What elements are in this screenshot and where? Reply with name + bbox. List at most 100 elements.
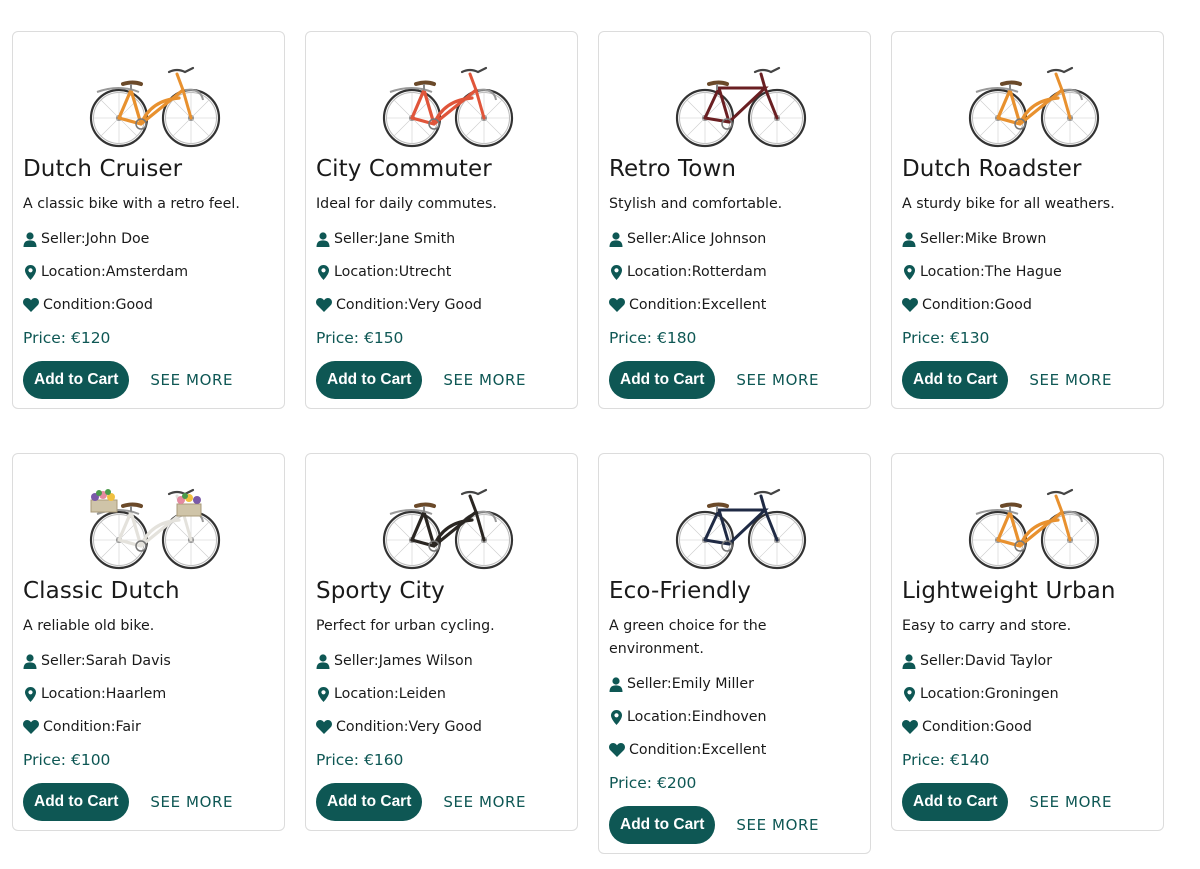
bike-illustration bbox=[675, 488, 806, 570]
price-label: Price: bbox=[609, 774, 657, 792]
price-label: Price: bbox=[23, 329, 71, 347]
condition-row: Condition: Good bbox=[902, 295, 1153, 315]
user-icon bbox=[902, 653, 916, 669]
condition-row: Condition: Good bbox=[23, 295, 274, 315]
location-row: Location: Utrecht bbox=[316, 262, 567, 282]
product-description: Ideal for daily commutes. bbox=[316, 196, 497, 212]
condition-row: Condition: Good bbox=[902, 717, 1153, 737]
user-icon bbox=[609, 676, 623, 692]
heart-icon bbox=[316, 719, 332, 735]
bike-image[interactable] bbox=[13, 32, 284, 154]
product-title: City Commuter bbox=[316, 156, 492, 182]
price: Price: €160 bbox=[316, 750, 567, 770]
price-label: Price: bbox=[609, 329, 657, 347]
location-label: Location: bbox=[627, 709, 692, 725]
price-value: €120 bbox=[70, 329, 111, 347]
bike-image[interactable] bbox=[13, 454, 284, 576]
location-row: Location: Eindhoven bbox=[609, 707, 860, 727]
bike-image[interactable] bbox=[599, 454, 870, 576]
seller-name: David Taylor bbox=[964, 653, 1053, 669]
user-icon bbox=[316, 231, 330, 247]
product-card: City Commuter Ideal for daily commutes. … bbox=[305, 31, 578, 409]
add-to-cart-button[interactable]: Add to Cart bbox=[902, 783, 1009, 821]
condition-label: Condition: bbox=[922, 297, 995, 313]
see-more-link[interactable]: SEE MORE bbox=[150, 371, 233, 389]
condition-row: Condition: Excellent bbox=[609, 740, 860, 760]
see-more-link[interactable]: SEE MORE bbox=[443, 793, 526, 811]
bike-illustration bbox=[89, 488, 220, 570]
product-card: Retro Town Stylish and comfortable. Sell… bbox=[598, 31, 871, 409]
condition-value: Very Good bbox=[408, 719, 482, 735]
seller-row: Seller: Emily Miller bbox=[609, 674, 860, 694]
location-value: Eindhoven bbox=[691, 709, 767, 725]
condition-value: Very Good bbox=[408, 297, 482, 313]
price-value: €100 bbox=[70, 751, 111, 769]
condition-value: Excellent bbox=[701, 297, 767, 313]
seller-row: Seller: Mike Brown bbox=[902, 229, 1153, 249]
see-more-link[interactable]: SEE MORE bbox=[736, 816, 819, 834]
price: Price: €100 bbox=[23, 750, 274, 770]
product-card: Dutch Cruiser A classic bike with a retr… bbox=[12, 31, 285, 409]
see-more-link[interactable]: SEE MORE bbox=[1029, 793, 1112, 811]
location-row: Location: Rotterdam bbox=[609, 262, 860, 282]
seller-row: Seller: Sarah Davis bbox=[23, 651, 274, 671]
location-value: Leiden bbox=[398, 686, 446, 702]
map-pin-icon bbox=[902, 264, 916, 280]
condition-value: Good bbox=[994, 719, 1032, 735]
seller-label: Seller: bbox=[920, 653, 965, 669]
location-value: Haarlem bbox=[105, 686, 167, 702]
add-to-cart-button[interactable]: Add to Cart bbox=[23, 783, 130, 821]
product-title: Classic Dutch bbox=[23, 578, 180, 604]
product-title: Retro Town bbox=[609, 156, 737, 182]
add-to-cart-button[interactable]: Add to Cart bbox=[609, 806, 716, 844]
price-label: Price: bbox=[902, 329, 950, 347]
location-label: Location: bbox=[627, 264, 692, 280]
bike-illustration bbox=[382, 66, 513, 148]
product-title: Dutch Roadster bbox=[902, 156, 1082, 182]
bike-image[interactable] bbox=[892, 454, 1163, 576]
seller-row: Seller: David Taylor bbox=[902, 651, 1153, 671]
seller-name: Sarah Davis bbox=[85, 653, 171, 669]
see-more-link[interactable]: SEE MORE bbox=[150, 793, 233, 811]
price-value: €130 bbox=[949, 329, 990, 347]
product-card: Classic Dutch A reliable old bike. Selle… bbox=[12, 453, 285, 831]
add-to-cart-button[interactable]: Add to Cart bbox=[316, 361, 423, 399]
add-to-cart-button[interactable]: Add to Cart bbox=[902, 361, 1009, 399]
see-more-link[interactable]: SEE MORE bbox=[1029, 371, 1112, 389]
price-label: Price: bbox=[902, 751, 950, 769]
condition-label: Condition: bbox=[43, 719, 116, 735]
seller-label: Seller: bbox=[41, 653, 86, 669]
bike-image[interactable] bbox=[306, 454, 577, 576]
bike-image[interactable] bbox=[892, 32, 1163, 154]
product-description: Perfect for urban cycling. bbox=[316, 618, 495, 634]
bike-image[interactable] bbox=[306, 32, 577, 154]
product-description: A reliable old bike. bbox=[23, 618, 155, 634]
heart-icon bbox=[609, 742, 625, 758]
bike-image[interactable] bbox=[599, 32, 870, 154]
add-to-cart-button[interactable]: Add to Cart bbox=[316, 783, 423, 821]
condition-label: Condition: bbox=[629, 297, 702, 313]
location-label: Location: bbox=[41, 686, 106, 702]
condition-label: Condition: bbox=[336, 719, 409, 735]
price-label: Price: bbox=[23, 751, 71, 769]
add-to-cart-button[interactable]: Add to Cart bbox=[609, 361, 716, 399]
product-title: Lightweight Urban bbox=[902, 578, 1116, 604]
user-icon bbox=[902, 231, 916, 247]
location-label: Location: bbox=[334, 264, 399, 280]
see-more-link[interactable]: SEE MORE bbox=[443, 371, 526, 389]
heart-icon bbox=[609, 297, 625, 313]
price: Price: €200 bbox=[609, 773, 860, 793]
seller-name: James Wilson bbox=[378, 653, 473, 669]
add-to-cart-button[interactable]: Add to Cart bbox=[23, 361, 130, 399]
map-pin-icon bbox=[23, 264, 37, 280]
user-icon bbox=[23, 231, 37, 247]
map-pin-icon bbox=[902, 686, 916, 702]
product-description: A green choice for the environment. bbox=[609, 618, 767, 657]
see-more-link[interactable]: SEE MORE bbox=[736, 371, 819, 389]
price-value: €140 bbox=[949, 751, 990, 769]
condition-row: Condition: Very Good bbox=[316, 717, 567, 737]
price-label: Price: bbox=[316, 751, 364, 769]
seller-row: Seller: John Doe bbox=[23, 229, 274, 249]
location-value: Rotterdam bbox=[691, 264, 767, 280]
condition-label: Condition: bbox=[336, 297, 409, 313]
